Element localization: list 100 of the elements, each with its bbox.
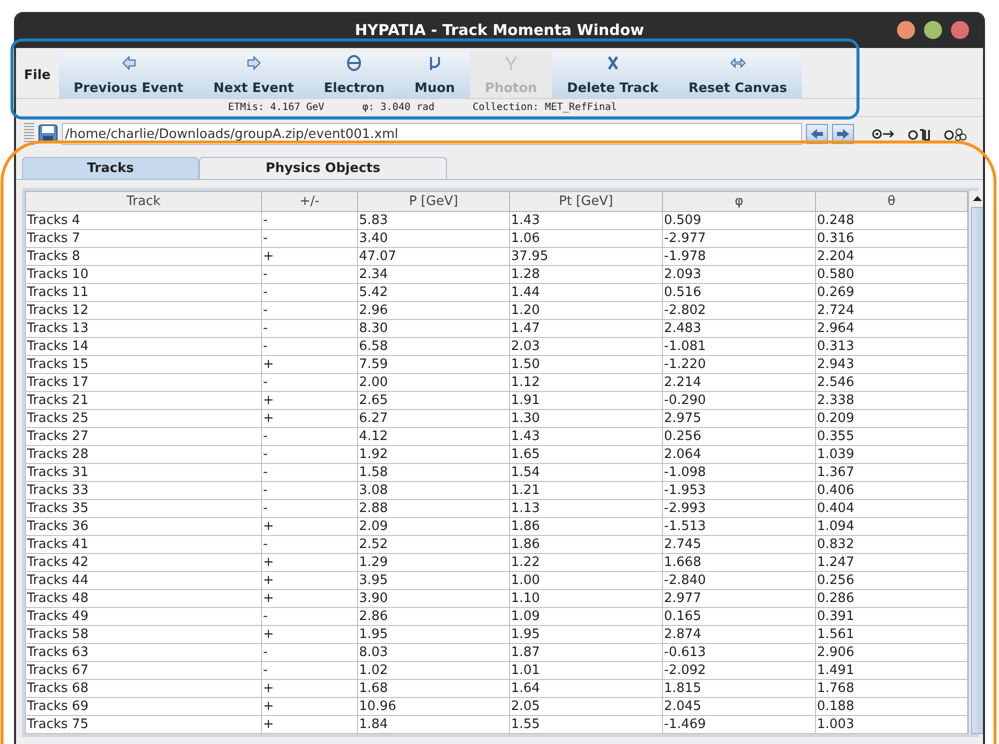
- table-cell: 1.55: [510, 716, 662, 734]
- table-cell: Tracks 8: [26, 248, 262, 266]
- table-cell: 2.546: [816, 374, 968, 392]
- table-cell: 1.54: [510, 464, 662, 482]
- table-cell: 2.05: [510, 698, 662, 716]
- table-cell: 3.40: [358, 230, 510, 248]
- table-cell: 0.391: [816, 608, 968, 626]
- scrollbar[interactable]: [968, 191, 983, 734]
- right-arrow-icon: [246, 55, 262, 71]
- table-cell: -: [262, 284, 358, 302]
- table-cell: Tracks 14: [26, 338, 262, 356]
- toolbar-button[interactable]: Previous Event: [58, 52, 198, 98]
- table-cell: Tracks 17: [26, 374, 262, 392]
- table-cell: +: [262, 572, 358, 590]
- table-cell: 1.21: [510, 482, 662, 500]
- table-cell: 1.95: [358, 626, 510, 644]
- column-header[interactable]: Track: [26, 192, 262, 212]
- table-cell: 0.316: [816, 230, 968, 248]
- table-cell: 1.039: [816, 446, 968, 464]
- table-cell: 0.313: [816, 338, 968, 356]
- table-cell: 4.12: [358, 428, 510, 446]
- table-cell: 1.10: [510, 590, 662, 608]
- table-cell: 0.256: [662, 428, 816, 446]
- tab[interactable]: Tracks: [22, 157, 199, 179]
- toolbar-button[interactable]: Reset Canvas: [673, 52, 802, 98]
- table-cell: -2.802: [662, 302, 816, 320]
- table-cell: Tracks 41: [26, 536, 262, 554]
- table-cell: 2.86: [358, 608, 510, 626]
- close-button[interactable]: [951, 21, 969, 39]
- table-cell: 2.964: [816, 320, 968, 338]
- column-header[interactable]: φ: [662, 192, 816, 212]
- table-cell: -1.469: [662, 716, 816, 734]
- minimize-button[interactable]: [897, 21, 915, 39]
- table-cell: 2.906: [816, 644, 968, 662]
- table-cell: 1.367: [816, 464, 968, 482]
- table-cell: Tracks 48: [26, 590, 262, 608]
- table-cell: 1.65: [510, 446, 662, 464]
- table-cell: 1.768: [816, 680, 968, 698]
- table-cell: Tracks 4: [26, 212, 262, 230]
- table-cell: 1.92: [358, 446, 510, 464]
- table-cell: -0.290: [662, 392, 816, 410]
- scrollbar-thumb[interactable]: [971, 207, 983, 734]
- table-cell: 1.247: [816, 554, 968, 572]
- table-cell: 2.943: [816, 356, 968, 374]
- table-cell: 0.406: [816, 482, 968, 500]
- table-cell: 1.003: [816, 716, 968, 734]
- table-cell: 1.094: [816, 518, 968, 536]
- right-arrow-icon: [836, 128, 850, 140]
- column-header[interactable]: Pt [GeV]: [510, 192, 662, 212]
- table-cell: 1.50: [510, 356, 662, 374]
- table-cell: 2.96: [358, 302, 510, 320]
- table-cell: +: [262, 392, 358, 410]
- table-cell: -: [262, 644, 358, 662]
- table-cell: 0.509: [662, 212, 816, 230]
- table-cell: -: [262, 212, 358, 230]
- toolbar-button[interactable]: Delete Track: [552, 52, 674, 98]
- menu-item[interactable]: File: [16, 52, 59, 98]
- column-header[interactable]: P [GeV]: [358, 192, 510, 212]
- toolbar-button[interactable]: Electron: [308, 52, 400, 98]
- table-cell: Tracks 31: [26, 464, 262, 482]
- table-cell: Tracks 27: [26, 428, 262, 446]
- table-cell: 1.06: [510, 230, 662, 248]
- table-cell: Tracks 7: [26, 230, 262, 248]
- table-cell: 3.90: [358, 590, 510, 608]
- table-cell: 1.95: [510, 626, 662, 644]
- table-cell: 0.516: [662, 284, 816, 302]
- table-cell: Tracks 12: [26, 302, 262, 320]
- table-cell: 1.561: [816, 626, 968, 644]
- table-cell: -1.953: [662, 482, 816, 500]
- table-cell: +: [262, 518, 358, 536]
- circle-bracket-icon[interactable]: [908, 126, 932, 142]
- tab[interactable]: Physics Objects: [199, 157, 447, 179]
- table-cell: 5.42: [358, 284, 510, 302]
- table-cell: -: [262, 536, 358, 554]
- table-cell: 1.43: [510, 428, 662, 446]
- table-cell: 2.52: [358, 536, 510, 554]
- table-cell: Tracks 33: [26, 482, 262, 500]
- maximize-button[interactable]: [924, 21, 942, 39]
- table-cell: 1.86: [510, 536, 662, 554]
- column-header[interactable]: θ: [816, 192, 968, 212]
- table-cell: 1.43: [510, 212, 662, 230]
- table-cell: 2.483: [662, 320, 816, 338]
- toolbar-button[interactable]: Muon: [400, 52, 470, 98]
- table-cell: 8.03: [358, 644, 510, 662]
- table-cell: 2.975: [662, 410, 816, 428]
- table-cell: 1.47: [510, 320, 662, 338]
- table-cell: -2.840: [662, 572, 816, 590]
- table-cell: 1.64: [510, 680, 662, 698]
- column-header[interactable]: +/-: [262, 192, 358, 212]
- table-cell: 2.724: [816, 302, 968, 320]
- table-cell: 2.338: [816, 392, 968, 410]
- table-cell: -2.993: [662, 500, 816, 518]
- table-cell: 1.12: [510, 374, 662, 392]
- table-cell: 0.355: [816, 428, 968, 446]
- table-cell: Tracks 36: [26, 518, 262, 536]
- window-title: HYPATIA - Track Momenta Window: [354, 21, 644, 39]
- table-cell: +: [262, 356, 358, 374]
- toolbar-button[interactable]: Next Event: [198, 52, 309, 98]
- table-cell: -1.220: [662, 356, 816, 374]
- table-cell: -: [262, 320, 358, 338]
